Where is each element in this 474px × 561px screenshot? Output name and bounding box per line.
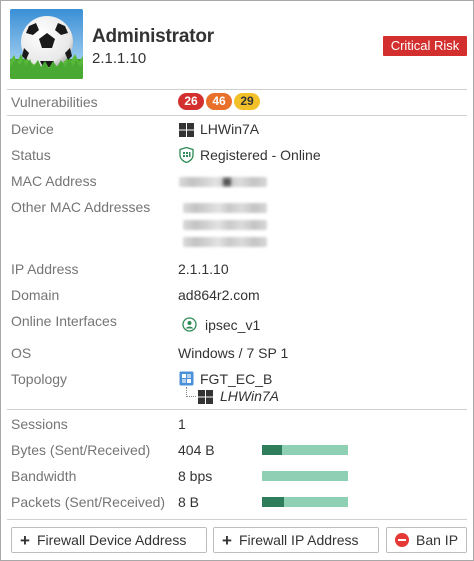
device-label: Device [11, 121, 54, 137]
windows-icon [198, 390, 213, 404]
other-mac-redacted-2 [183, 220, 267, 230]
status-label: Status [11, 147, 51, 163]
sessions-value: 1 [178, 416, 186, 432]
bytes-value: 404 B [178, 442, 215, 458]
bandwidth-bar [262, 471, 348, 481]
vuln-critical-badge[interactable]: 26 [178, 93, 204, 110]
firewall-device-address-label: Firewall Device Address [36, 532, 187, 548]
mac-address-label: MAC Address [11, 173, 97, 189]
ban-icon [395, 533, 409, 547]
plus-icon: + [20, 530, 30, 550]
ban-ip-label: Ban IP [416, 532, 459, 548]
domain-label: Domain [11, 287, 60, 303]
user-name: Administrator [92, 26, 214, 47]
firewall-ip-address-label: Firewall IP Address [238, 532, 359, 548]
sessions-label: Sessions [11, 416, 68, 432]
windows-icon [179, 123, 194, 137]
packets-bar [262, 497, 348, 507]
domain-value: ad864r2.com [178, 287, 260, 303]
bandwidth-label: Bandwidth [11, 468, 77, 484]
ip-address-value: 2.1.1.10 [178, 261, 229, 277]
firewall-ip-address-button[interactable]: + Firewall IP Address [213, 527, 379, 553]
forticlient-shield-icon [179, 147, 194, 163]
risk-badge: Critical Risk [383, 36, 467, 56]
bandwidth-value: 8 bps [178, 468, 213, 484]
user-ip: 2.1.1.10 [92, 50, 147, 67]
topology-connector [186, 387, 196, 397]
vuln-medium-badge[interactable]: 29 [234, 93, 260, 110]
plus-icon: + [222, 530, 232, 550]
os-value: Windows / 7 SP 1 [178, 345, 289, 361]
other-mac-redacted-3 [183, 237, 267, 247]
vulnerabilities-label: Vulnerabilities [11, 94, 98, 110]
divider [7, 89, 467, 90]
device-value[interactable]: LHWin7A [200, 121, 259, 137]
packets-value: 8 B [178, 494, 200, 510]
vulnerability-badges: 26 46 29 [178, 93, 260, 110]
topology-parent-value[interactable]: FGT_EC_B [200, 371, 272, 387]
os-label: OS [11, 345, 32, 361]
status-value: Registered - Online [200, 147, 321, 163]
bytes-sent-fill [262, 445, 282, 455]
firewall-device-address-button[interactable]: + Firewall Device Address [11, 527, 207, 553]
divider [7, 115, 467, 116]
topology-child-value[interactable]: LHWin7A [220, 388, 279, 404]
divider [7, 519, 467, 520]
redaction-mark [223, 178, 231, 186]
packets-label: Packets (Sent/Received) [11, 494, 166, 510]
divider [7, 409, 467, 410]
fortigate-icon [179, 371, 194, 386]
packets-sent-fill [262, 497, 284, 507]
device-detail-card: Administrator 2.1.1.10 Critical Risk Vul… [0, 0, 474, 561]
bytes-label: Bytes (Sent/Received) [11, 442, 151, 458]
ban-ip-button[interactable]: Ban IP [386, 527, 467, 553]
vpn-interface-icon [182, 317, 197, 332]
online-interface-value[interactable]: ipsec_v1 [205, 317, 260, 333]
other-mac-redacted-1 [183, 203, 267, 213]
bytes-bar [262, 445, 348, 455]
soccer-ball-avatar-icon [10, 9, 83, 79]
online-interfaces-label: Online Interfaces [11, 313, 117, 329]
vuln-high-badge[interactable]: 46 [206, 93, 232, 110]
ip-address-label: IP Address [11, 261, 79, 277]
other-mac-addresses-label: Other MAC Addresses [11, 199, 151, 215]
user-avatar [10, 9, 83, 79]
topology-label: Topology [11, 371, 68, 387]
